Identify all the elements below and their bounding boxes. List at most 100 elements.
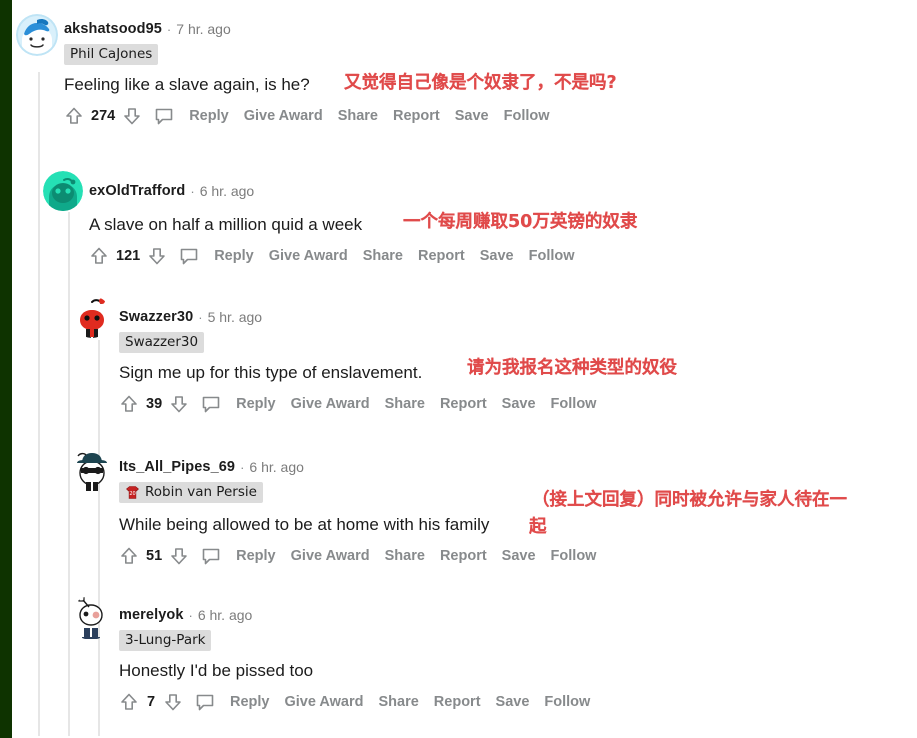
comment-author[interactable]: merelyok [119, 607, 183, 623]
comment-item: Its_All_Pipes_69 · 6 hr. ago 20 Robin va… [119, 456, 596, 566]
upvote-icon[interactable] [119, 546, 139, 566]
comment-body: While being allowed to be at home with h… [119, 514, 490, 534]
comment-header: Its_All_Pipes_69 · 6 hr. ago [119, 456, 596, 478]
comment-bubble-icon[interactable] [195, 692, 215, 712]
reply-button[interactable]: Reply [189, 108, 229, 124]
comment-item: merelyok · 6 hr. ago 3-Lung-Park Honestl… [119, 604, 590, 712]
snoo-red-avatar [80, 298, 105, 338]
separator-dot: · [188, 607, 193, 623]
flair-label: Swazzer30 [125, 334, 199, 350]
chinese-annotation-line-1: （接上文回复）同时被允许与家人待在一 [532, 490, 847, 510]
comment-action-row: 39 Reply Give Award Share Report Save Fo… [119, 394, 596, 414]
reply-button[interactable]: Reply [236, 548, 276, 564]
comment-header: merelyok · 6 hr. ago [119, 604, 590, 626]
comment-action-row: 51 Reply Give Award Share Report Save Fo… [119, 546, 596, 566]
comment-header: Swazzer30 · 5 hr. ago [119, 306, 596, 328]
comment-bubble-icon[interactable] [179, 246, 199, 266]
comment-action-row: 7 Reply Give Award Share Report Save Fol… [119, 692, 590, 712]
share-button[interactable]: Share [385, 396, 425, 412]
avatar[interactable] [72, 296, 112, 338]
separator-dot: · [166, 21, 172, 37]
report-button[interactable]: Report [418, 248, 465, 264]
comment-author[interactable]: akshatsood95 [64, 21, 162, 37]
thread-line-depth-3[interactable] [98, 340, 100, 736]
comment-header: akshatsood95 · 7 hr. ago [64, 18, 550, 40]
follow-button[interactable]: Follow [551, 396, 597, 412]
downvote-icon[interactable] [163, 692, 183, 712]
give-award-button[interactable]: Give Award [291, 396, 370, 412]
flair-label: 3-Lung-Park [125, 632, 206, 648]
comment-bubble-icon[interactable] [201, 546, 221, 566]
save-button[interactable]: Save [502, 548, 536, 564]
user-flair-badge: Swazzer30 [119, 332, 205, 353]
separator-dot: · [240, 459, 245, 475]
report-button[interactable]: Report [393, 108, 440, 124]
comment-timestamp: 6 hr. ago [249, 459, 304, 475]
vote-score: 7 [146, 694, 156, 710]
avatar[interactable] [16, 14, 58, 56]
follow-button[interactable]: Follow [504, 108, 550, 124]
comment-thread-canvas: akshatsood95 · 7 hr. ago Phil CaJones Fe… [12, 0, 917, 738]
upvote-icon[interactable] [89, 246, 109, 266]
flair-label: Phil CaJones [70, 46, 153, 62]
downvote-icon[interactable] [122, 106, 142, 126]
user-flair-badge: 3-Lung-Park [119, 630, 212, 651]
svg-text:20: 20 [129, 491, 135, 497]
comment-timestamp: 6 hr. ago [199, 183, 255, 199]
follow-button[interactable]: Follow [551, 548, 597, 564]
red-jersey-icon: 20 [125, 485, 140, 500]
user-flair-badge: 20 Robin van Persie [119, 482, 263, 503]
vote-score: 51 [146, 547, 163, 564]
reply-button[interactable]: Reply [230, 694, 270, 710]
share-button[interactable]: Share [363, 248, 403, 264]
chinese-annotation: 一个每周赚取50万英镑的奴隶 [403, 212, 638, 232]
comment-timestamp: 7 hr. ago [176, 21, 231, 37]
reply-button[interactable]: Reply [214, 248, 254, 264]
snoo-antenna-avatar [78, 596, 103, 639]
give-award-button[interactable]: Give Award [285, 694, 364, 710]
upvote-icon[interactable] [119, 692, 139, 712]
left-gutter-bar [0, 0, 12, 738]
downvote-icon[interactable] [147, 246, 167, 266]
comment-author[interactable]: Swazzer30 [119, 309, 193, 325]
chinese-annotation: 又觉得自己像是个奴隶了，不是吗? [344, 73, 617, 93]
give-award-button[interactable]: Give Award [291, 548, 370, 564]
comment-body: Honestly I'd be pissed too [119, 661, 314, 680]
comment-author[interactable]: exOldTrafford [89, 183, 185, 199]
report-button[interactable]: Report [440, 548, 487, 564]
follow-button[interactable]: Follow [544, 694, 590, 710]
comment-bubble-icon[interactable] [154, 106, 174, 126]
upvote-icon[interactable] [64, 106, 84, 126]
avatar[interactable] [43, 171, 83, 211]
save-button[interactable]: Save [496, 694, 530, 710]
user-flair-badge: Phil CaJones [64, 44, 159, 65]
report-button[interactable]: Report [440, 396, 487, 412]
flair-label: Robin van Persie [145, 484, 257, 500]
avatar[interactable] [70, 596, 112, 640]
follow-button[interactable]: Follow [529, 248, 575, 264]
avatar[interactable] [70, 448, 114, 492]
downvote-icon[interactable] [169, 394, 189, 414]
share-button[interactable]: Share [338, 108, 378, 124]
report-button[interactable]: Report [434, 694, 481, 710]
save-button[interactable]: Save [480, 248, 514, 264]
snoo-teal-avatar [43, 171, 83, 211]
comment-bubble-icon[interactable] [201, 394, 221, 414]
separator-dot: · [190, 183, 195, 199]
thread-line-depth-1[interactable] [38, 72, 40, 736]
upvote-icon[interactable] [119, 394, 139, 414]
share-button[interactable]: Share [378, 694, 418, 710]
reply-button[interactable]: Reply [236, 396, 276, 412]
save-button[interactable]: Save [455, 108, 489, 124]
comment-author[interactable]: Its_All_Pipes_69 [119, 459, 235, 475]
give-award-button[interactable]: Give Award [244, 108, 323, 124]
separator-dot: · [198, 309, 203, 325]
chinese-annotation: 请为我报名这种类型的奴役 [467, 358, 677, 378]
downvote-icon[interactable] [169, 546, 189, 566]
snoo-hat-sunglasses-avatar [77, 452, 107, 491]
comment-timestamp: 5 hr. ago [207, 309, 263, 325]
save-button[interactable]: Save [502, 396, 536, 412]
share-button[interactable]: Share [385, 548, 425, 564]
comment-header: exOldTrafford · 6 hr. ago [89, 180, 575, 202]
give-award-button[interactable]: Give Award [269, 248, 348, 264]
